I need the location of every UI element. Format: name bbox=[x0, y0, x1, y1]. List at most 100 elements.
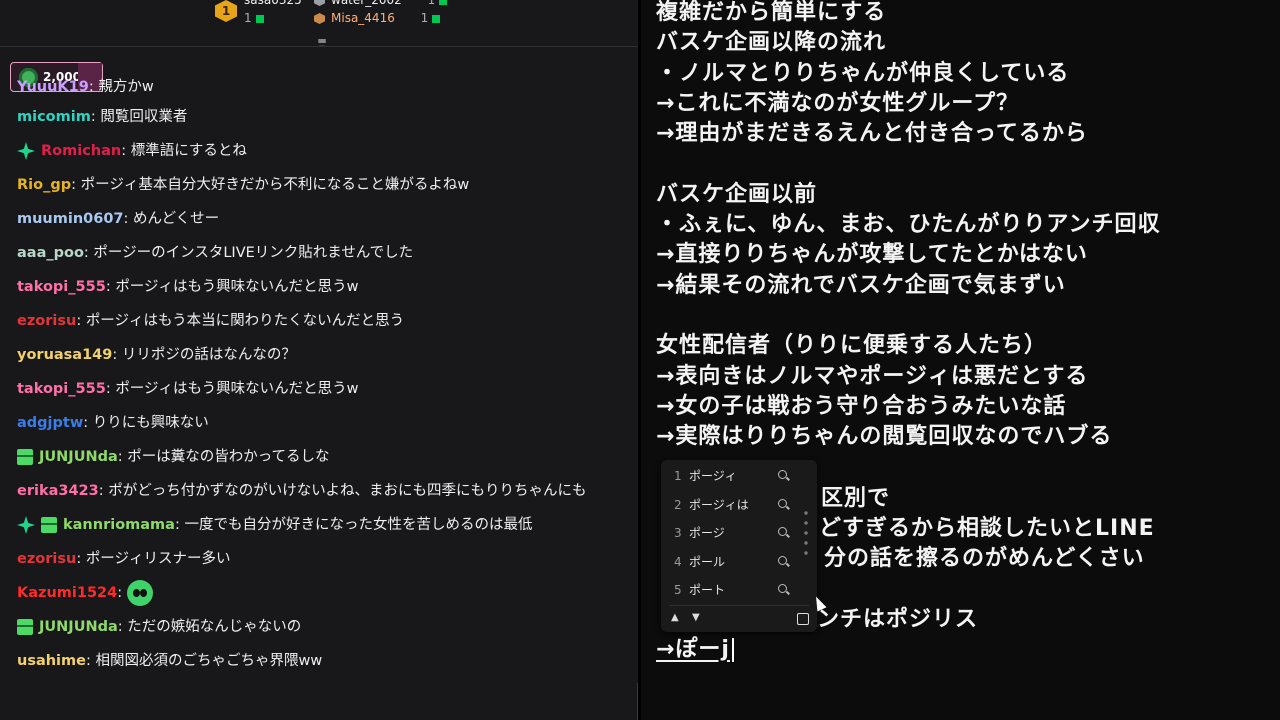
chat-text: ポージィはもう本当に関わりたくないんだと思う bbox=[85, 313, 405, 329]
search-icon[interactable] bbox=[778, 498, 787, 508]
note-partial-line: 分の話を擦るのがめんどくさい bbox=[824, 546, 1145, 571]
note-partial-line: ンチはポジリス bbox=[817, 607, 979, 632]
chat-username[interactable]: ezorisu bbox=[17, 551, 76, 567]
chat-text: ポージィはもう興味ないんだと思うw bbox=[115, 381, 359, 397]
search-icon[interactable] bbox=[778, 584, 787, 593]
search-icon[interactable] bbox=[778, 555, 787, 565]
ime-scroll-dots[interactable] bbox=[804, 508, 808, 556]
leaderboard-entry-3[interactable]: Misa_4416 1 bbox=[314, 11, 441, 25]
chat-username[interactable]: adgjptw bbox=[17, 415, 83, 431]
rank-one-badge: 1 bbox=[215, 0, 237, 22]
chat-username[interactable]: micomim bbox=[17, 109, 91, 125]
note-partial-line: どすぎるから相談したいとLINE bbox=[819, 516, 1155, 541]
note-line: 複雑だから簡単にする bbox=[656, 0, 887, 25]
chat-message: kannriomama: 一度でも自分が好きになった女性を苦しめるのは最低 bbox=[0, 508, 638, 542]
text-caret bbox=[731, 638, 734, 662]
candidate-text: ポージィ bbox=[689, 469, 737, 483]
chat-text: ポージィはもう興味ないんだと思うw bbox=[115, 279, 359, 295]
gift-icon bbox=[255, 14, 264, 23]
search-icon[interactable] bbox=[778, 470, 787, 479]
leaderboard-user: sasa0325 bbox=[244, 0, 302, 7]
note-line: →結果その流れでバスケ企画で気まずい bbox=[656, 272, 1066, 298]
chat-username[interactable]: JUNJUNda bbox=[39, 449, 118, 465]
chat-message: takopi_555: ポージィはもう興味ないんだと思うw bbox=[17, 279, 359, 295]
chat-scrollbar[interactable] bbox=[637, 683, 638, 720]
sparkle-badge-icon[interactable] bbox=[17, 142, 35, 160]
note-line: →実際はりりちゃんの閲覧回収なのでハブる bbox=[656, 424, 1113, 450]
expand-candidates-icon[interactable] bbox=[797, 613, 809, 625]
chat-text: 標準語にするとね bbox=[130, 143, 247, 159]
collapse-leaderboard-button[interactable]: ═▾ bbox=[314, 35, 330, 46]
chat-username[interactable]: usahime bbox=[17, 653, 86, 669]
chat-message: ezorisu: ポージィはもう本当に関わりたくないんだと思う bbox=[17, 313, 405, 329]
chat-message: JUNJUNda: ただの嫉妬なんじゃないの bbox=[0, 610, 638, 644]
leaderboard-entry-2[interactable]: water_2002 1 bbox=[314, 0, 448, 7]
candidate-number: 4 bbox=[674, 554, 682, 569]
ime-candidate[interactable]: 3 ポージ bbox=[661, 519, 801, 547]
page-down-button[interactable]: ▼ bbox=[692, 612, 700, 623]
note-line: →表向きはノルマやポージィは悪だとする bbox=[656, 363, 1089, 389]
candidate-number: 5 bbox=[674, 583, 682, 597]
chat-username[interactable]: takopi_555 bbox=[17, 279, 106, 295]
sparkle-badge-icon[interactable] bbox=[17, 516, 35, 534]
ime-candidate[interactable]: 4 ポール bbox=[661, 548, 801, 576]
note-line: バスケ企画以降の流れ bbox=[656, 30, 887, 56]
candidate-text: ポート bbox=[689, 583, 726, 597]
green-ghost-emote-icon[interactable] bbox=[126, 580, 153, 606]
candidate-text: ポール bbox=[689, 554, 726, 569]
chat-text: ただの嫉妬なんじゃないの bbox=[127, 619, 302, 635]
chat-username[interactable]: Romichan bbox=[41, 143, 121, 159]
chat-messages: YuuuK19: 親方かw micomim: 閲覧回収業者 Romichan: 標… bbox=[0, 79, 638, 678]
menu-lines-icon: ═▾ bbox=[318, 34, 326, 47]
chat-username[interactable]: Kazumi1524 bbox=[17, 585, 117, 601]
chat-message: Rio_gp: ポージィ基本自分大好きだから不利になること嫌がるよねw bbox=[17, 177, 470, 193]
gift-sub-badge-icon[interactable] bbox=[17, 619, 33, 635]
chat-username[interactable]: ezorisu bbox=[17, 313, 76, 329]
ime-candidate-window: 1 ポージィ 2 ポージィは 3 ポージ 4 ポール 5 ポート ▲ ▼ bbox=[661, 460, 817, 632]
ime-candidate[interactable]: 2 ポージィは bbox=[661, 491, 801, 519]
chat-username[interactable]: takopi_555 bbox=[17, 381, 106, 397]
gift-sub-badge-icon[interactable] bbox=[41, 517, 57, 533]
candidate-number: 3 bbox=[674, 526, 682, 540]
search-icon[interactable] bbox=[778, 527, 787, 536]
chat-text: 一度でも自分が好きになった女性を苦しめるのは最低 bbox=[184, 517, 533, 533]
chat-message: ezorisu: ポージィリスナー多い bbox=[17, 551, 231, 567]
note-line: →これに不満なのが女性グループ？ bbox=[656, 90, 1020, 116]
chat-text: 閲覧回収業者 bbox=[100, 109, 188, 125]
chat-message-partial: YuuuK19: 親方かw bbox=[17, 79, 154, 95]
chat-message: usahime: 相関図必須のごちゃごちゃ界隈ww bbox=[17, 653, 323, 669]
silver-badge-icon bbox=[314, 0, 325, 6]
note-line: バスケ企画以前 bbox=[656, 181, 818, 207]
chat-username[interactable]: aaa_poo bbox=[17, 245, 84, 261]
note-line: 女性配信者（りりに便乗する人たち） bbox=[656, 333, 1048, 359]
note-line: →直接りりちゃんが攻撃してたとかはない bbox=[656, 242, 1088, 268]
note-line: →女の子は戦おう守り合おうみたいな話 bbox=[656, 393, 1067, 419]
chat-message: Kazumi1524: bbox=[0, 576, 638, 610]
note-partial-line: 区別で bbox=[821, 486, 891, 511]
note-line: ・ふぇに、ゆん、まお、ひたんがりりアンチ回収 bbox=[656, 212, 1161, 238]
chat-username[interactable]: erika3423 bbox=[17, 483, 99, 499]
chat-text: りりにも興味ない bbox=[92, 415, 209, 431]
chat-username[interactable]: JUNJUNda bbox=[39, 619, 118, 635]
chat-username[interactable]: yoruasa149 bbox=[17, 347, 112, 363]
page-up-button[interactable]: ▲ bbox=[671, 612, 679, 623]
leaderboard-entry-1[interactable]: sasa0325 bbox=[244, 0, 302, 7]
chat-message: adgjptw: りりにも興味ない bbox=[17, 415, 209, 431]
chat-username[interactable]: Rio_gp bbox=[17, 177, 71, 193]
chat-username[interactable]: muumin0607 bbox=[17, 211, 124, 227]
chat-text: ポージーのインスタLIVEリンク貼れませんでした bbox=[93, 245, 414, 261]
note-line: ・ノルマとりりちゃんが仲良くしている bbox=[656, 60, 1070, 86]
gift-icon bbox=[439, 0, 448, 5]
ime-divider bbox=[669, 605, 809, 606]
candidate-text: ポージィは bbox=[689, 497, 749, 512]
chat-username[interactable]: kannriomama bbox=[63, 517, 175, 533]
ime-candidate[interactable]: 1 ポージィ bbox=[661, 462, 801, 490]
ime-candidate[interactable]: 5 ポート bbox=[661, 576, 801, 604]
composition-line[interactable]: →ぽーj bbox=[656, 631, 734, 663]
gift-icon bbox=[432, 14, 441, 23]
chat-text: リリポジの話はなんなの？ bbox=[121, 347, 296, 363]
chat-text: ポーは糞なの皆わかってるしな bbox=[127, 449, 330, 465]
chat-text: ポージィ基本自分大好きだから不利になること嫌がるよねw bbox=[80, 177, 470, 193]
gift-sub-badge-icon[interactable] bbox=[17, 449, 33, 465]
gift-leaderboard: 1 sasa0325 1 water_2002 1 Misa_4416 1 ═▾ bbox=[0, 0, 638, 47]
